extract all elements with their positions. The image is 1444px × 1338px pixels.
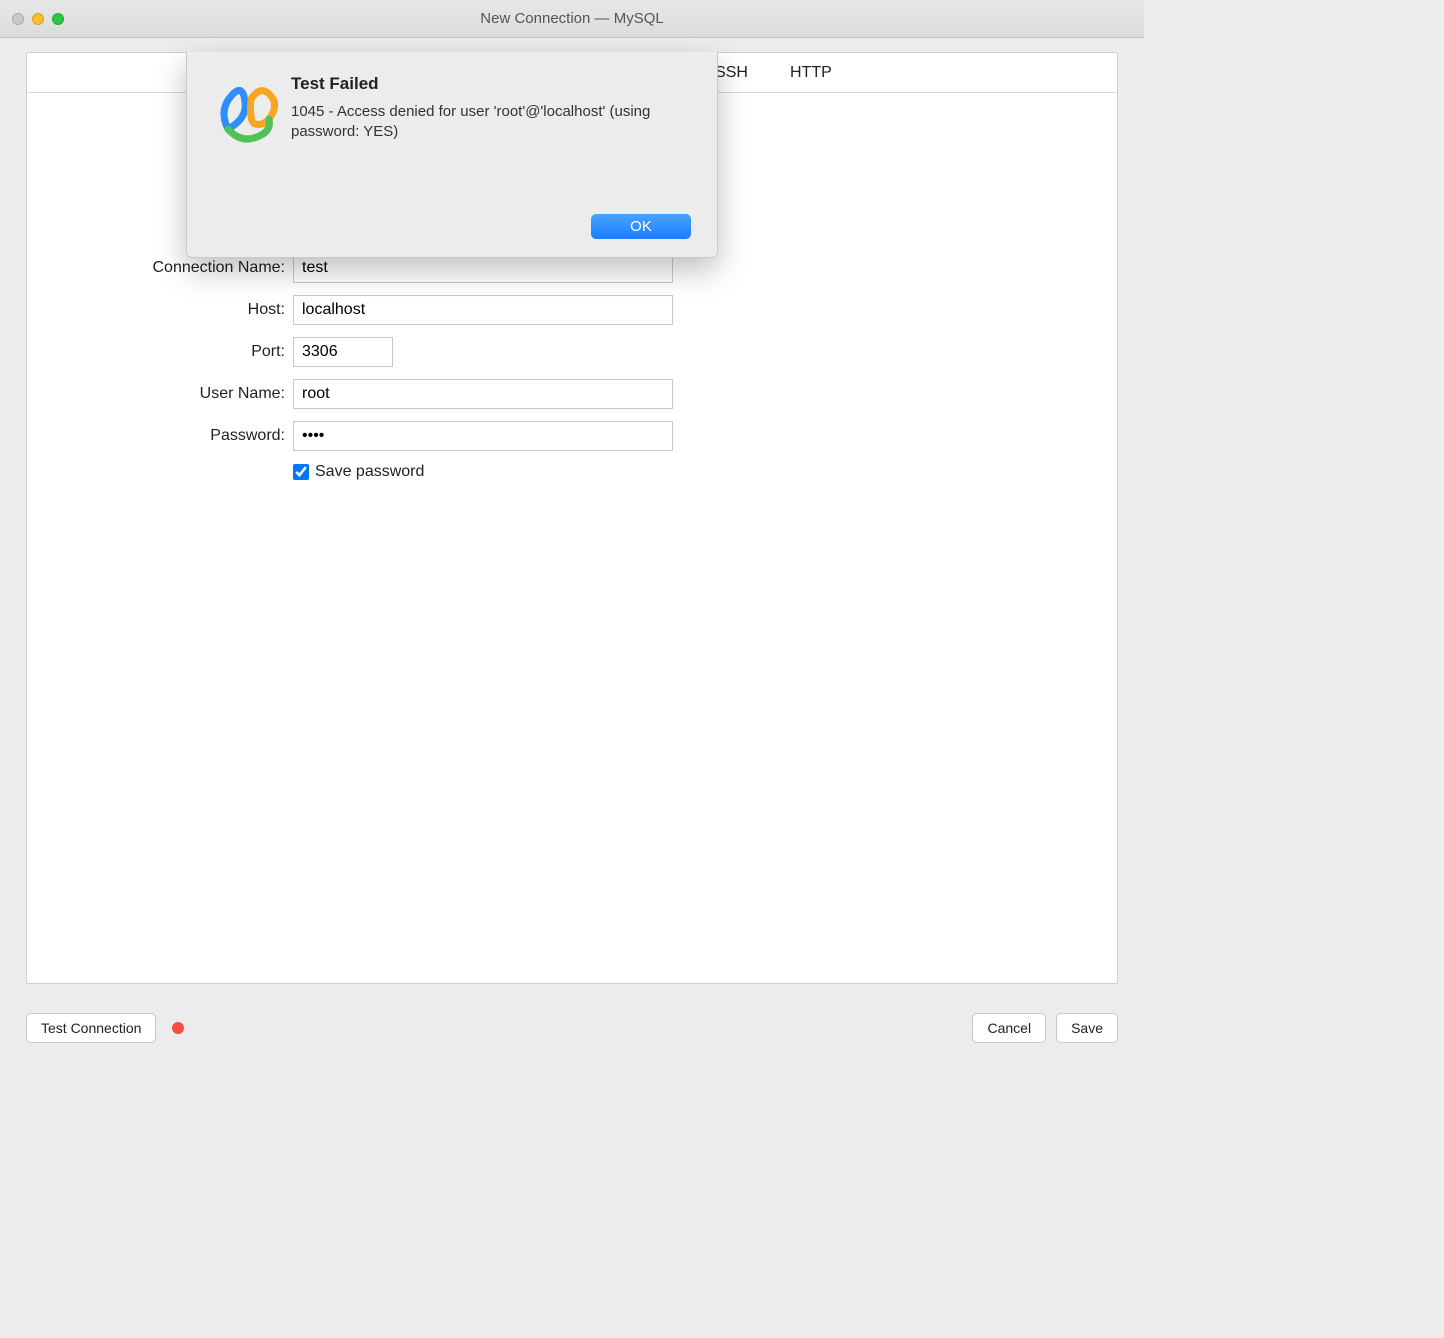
save-button[interactable]: Save <box>1056 1013 1118 1043</box>
titlebar: New Connection — MySQL <box>0 0 1144 38</box>
zoom-window-icon[interactable] <box>52 13 64 25</box>
port-input[interactable] <box>293 337 393 367</box>
test-connection-button[interactable]: Test Connection <box>26 1013 156 1043</box>
tab-http[interactable]: HTTP <box>778 59 844 87</box>
status-indicator-icon <box>172 1022 184 1034</box>
connection-form: Connection Name: Host: Port: User Name: … <box>27 253 1117 481</box>
alert-ok-button[interactable]: OK <box>591 214 691 239</box>
password-label: Password: <box>27 427 293 445</box>
user-name-input[interactable] <box>293 379 673 409</box>
port-label: Port: <box>27 343 293 361</box>
app-icon <box>213 74 291 239</box>
footer: Test Connection Cancel Save <box>0 996 1144 1060</box>
alert-title: Test Failed <box>291 74 691 94</box>
minimize-window-icon[interactable] <box>32 13 44 25</box>
host-input[interactable] <box>293 295 673 325</box>
user-name-label: User Name: <box>27 385 293 403</box>
window-title: New Connection — MySQL <box>12 10 1132 27</box>
host-label: Host: <box>27 301 293 319</box>
close-window-icon[interactable] <box>12 13 24 25</box>
connection-name-label: Connection Name: <box>27 259 293 277</box>
alert-sheet: Test Failed 1045 - Access denied for use… <box>186 52 718 258</box>
password-input[interactable] <box>293 421 673 451</box>
save-password-checkbox[interactable] <box>293 464 309 480</box>
traffic-lights <box>12 13 64 25</box>
save-password-label: Save password <box>315 463 424 481</box>
alert-message: 1045 - Access denied for user 'root'@'lo… <box>291 102 691 143</box>
cancel-button[interactable]: Cancel <box>972 1013 1046 1043</box>
